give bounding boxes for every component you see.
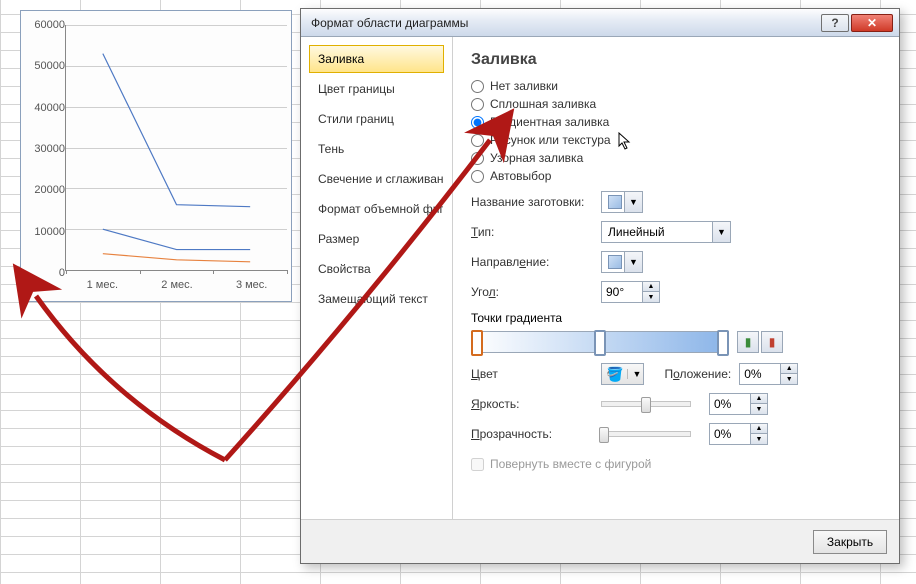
transparency-label: Прозрачность: [471, 427, 601, 441]
color-label: Цвет [471, 367, 601, 381]
sidebar-item[interactable]: Заливка [309, 45, 444, 73]
sidebar-item[interactable]: Стили границ [309, 105, 444, 133]
fill-radio[interactable] [471, 152, 484, 165]
brightness-label: Яркость: [471, 397, 601, 411]
chart-y-tick-label: 0 [23, 267, 65, 279]
close-x-button[interactable]: ✕ [851, 14, 893, 32]
preset-combo[interactable]: ▼ [601, 191, 643, 213]
brightness-slider[interactable] [601, 401, 691, 407]
fill-radio-row[interactable]: Узорная заливка [471, 151, 881, 165]
chart-plot-area [65, 25, 287, 271]
transparency-spinner[interactable]: ▲▼ [709, 423, 768, 445]
close-button[interactable]: Закрыть [813, 530, 887, 554]
spin-down-icon[interactable]: ▼ [781, 374, 797, 384]
sidebar-item[interactable]: Формат объемной фигуры [309, 195, 444, 223]
sidebar-item[interactable]: Цвет границы [309, 75, 444, 103]
brightness-spinner[interactable]: ▲▼ [709, 393, 768, 415]
color-picker-button[interactable]: 🪣 ▼ [601, 363, 644, 385]
mouse-cursor-icon [618, 132, 632, 150]
fill-radio-row[interactable]: Рисунок или текстура [471, 133, 881, 147]
chart-y-tick-label: 40000 [23, 102, 65, 114]
transparency-slider[interactable] [601, 431, 691, 437]
brightness-input[interactable] [710, 397, 750, 411]
spin-up-icon[interactable]: ▲ [751, 394, 767, 404]
spin-up-icon[interactable]: ▲ [643, 282, 659, 292]
spin-down-icon[interactable]: ▼ [751, 434, 767, 444]
sidebar-item[interactable]: Замещающий текст [309, 285, 444, 313]
type-combo[interactable]: Линейный▼ [601, 221, 731, 243]
gradient-stop-handle[interactable] [717, 330, 729, 356]
chart-x-tick-label: 2 мес. [161, 279, 192, 291]
angle-input[interactable] [602, 285, 642, 299]
preset-label: Название заготовки: [471, 195, 601, 209]
dialog-footer: Закрыть [301, 519, 899, 563]
help-button[interactable]: ? [821, 14, 849, 32]
chart-y-tick-label: 60000 [23, 19, 65, 31]
position-spinner[interactable]: ▲▼ [739, 363, 798, 385]
spin-up-icon[interactable]: ▲ [781, 364, 797, 374]
fill-radio-label: Узорная заливка [490, 151, 583, 165]
chart-y-tick-label: 10000 [23, 226, 65, 238]
fill-radio-label: Рисунок или текстура [490, 133, 611, 147]
fill-radio[interactable] [471, 134, 484, 147]
sidebar-item[interactable]: Тень [309, 135, 444, 163]
direction-label: Направление: [471, 255, 601, 269]
chart-y-tick-label: 30000 [23, 143, 65, 155]
format-chart-area-dialog: Формат области диаграммы ? ✕ ЗаливкаЦвет… [300, 8, 900, 564]
transparency-input[interactable] [710, 427, 750, 441]
chart-y-tick-label: 50000 [23, 60, 65, 72]
fill-radio[interactable] [471, 80, 484, 93]
remove-stop-button[interactable]: ▮ [761, 331, 783, 353]
fill-radio-label: Сплошная заливка [490, 97, 596, 111]
sidebar-item[interactable]: Размер [309, 225, 444, 253]
spin-up-icon[interactable]: ▲ [751, 424, 767, 434]
paint-bucket-icon: 🪣 [606, 367, 623, 381]
angle-spinner[interactable]: ▲▼ [601, 281, 660, 303]
fill-radio-row[interactable]: Сплошная заливка [471, 97, 881, 111]
chart-x-tick-label: 3 мес. [236, 279, 267, 291]
dialog-main-panel: Заливка Нет заливки Сплошная заливка Гради… [453, 37, 899, 519]
chart-y-tick-label: 20000 [23, 184, 65, 196]
fill-radio[interactable] [471, 116, 484, 129]
spin-down-icon[interactable]: ▼ [751, 404, 767, 414]
gradient-swatch-icon [608, 195, 622, 209]
remove-stop-icon: ▮ [769, 335, 776, 349]
direction-combo[interactable]: ▼ [601, 251, 643, 273]
position-label: Положение: [664, 367, 731, 381]
fill-radio[interactable] [471, 170, 484, 183]
angle-label: Угол: [471, 285, 601, 299]
direction-swatch-icon [608, 255, 622, 269]
fill-radio-label: Градиентная заливка [490, 115, 609, 129]
type-label: Тип: [471, 225, 601, 239]
fill-radio[interactable] [471, 98, 484, 111]
position-input[interactable] [740, 367, 780, 381]
fill-radio-row[interactable]: Градиентная заливка [471, 115, 881, 129]
section-heading: Заливка [471, 51, 881, 69]
spin-down-icon[interactable]: ▼ [643, 292, 659, 302]
fill-radio-label: Автовыбор [490, 169, 551, 183]
sidebar-item[interactable]: Свечение и сглаживани [309, 165, 444, 193]
chart-lines [66, 25, 287, 270]
gradient-stop-handle[interactable] [471, 330, 483, 356]
fill-radio-label: Нет заливки [490, 79, 558, 93]
add-stop-button[interactable]: ▮ [737, 331, 759, 353]
dialog-sidebar: ЗаливкаЦвет границыСтили границТеньСвече… [301, 37, 453, 519]
embedded-chart[interactable]: 0 10000 20000 30000 40000 50000 60000 1 мес. 2 … [20, 10, 292, 302]
dialog-titlebar[interactable]: Формат области диаграммы ? ✕ [301, 9, 899, 37]
fill-radio-row[interactable]: Нет заливки [471, 79, 881, 93]
gradient-stop-handle[interactable] [594, 330, 606, 356]
fill-radio-row[interactable]: Автовыбор [471, 169, 881, 183]
chart-x-tick-label: 1 мес. [87, 279, 118, 291]
add-stop-icon: ▮ [745, 335, 752, 349]
sidebar-item[interactable]: Свойства [309, 255, 444, 283]
stops-label: Точки градиента [471, 311, 881, 325]
gradient-stops-bar[interactable] [471, 331, 729, 353]
rotate-with-shape-checkbox [471, 458, 484, 471]
rotate-label: Повернуть вместе с фигурой [490, 457, 651, 471]
dialog-title: Формат области диаграммы [311, 16, 468, 30]
